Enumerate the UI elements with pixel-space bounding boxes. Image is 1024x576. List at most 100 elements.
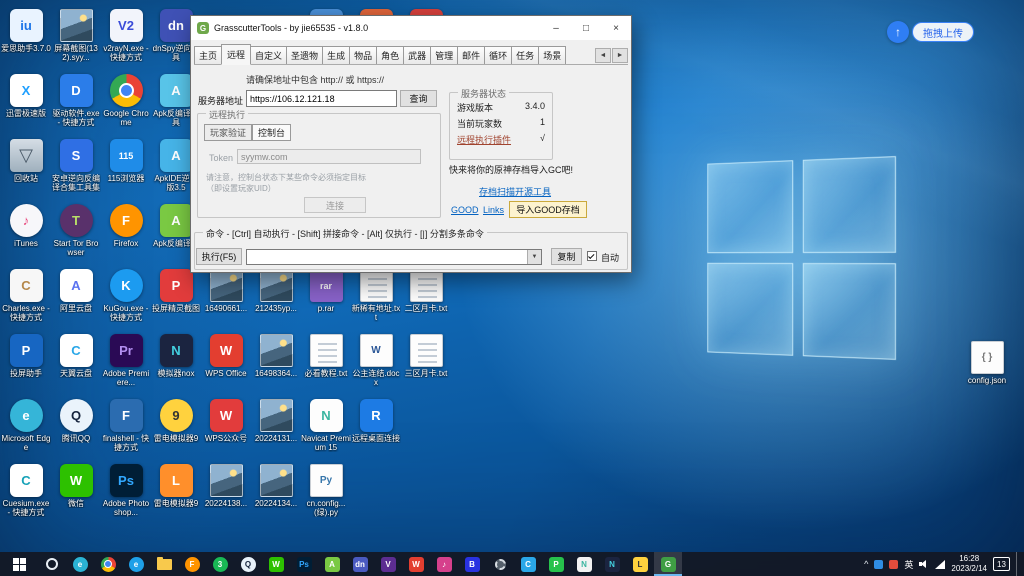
desktop-icon-txt-address[interactable]: 新稀有地址.txt [351,269,401,322]
tab-场景[interactable]: 场景 [538,46,566,64]
desktop-icon-charles[interactable]: CCharles.exe - 快捷方式 [1,269,51,322]
taskbar-wechat[interactable]: W [262,552,290,576]
command-input[interactable] [247,250,526,264]
desktop-icon-photo-20224134[interactable]: 20224134... [251,464,301,508]
taskbar-dnspy[interactable]: dn [346,552,374,576]
desktop-icon-docx-princess[interactable]: W公主连结.docx [351,334,401,387]
taskbar-ldplayer[interactable]: L [626,552,654,576]
taskbar-phone-assist[interactable]: P [542,552,570,576]
taskbar-cloud-drive[interactable]: C [514,552,542,576]
tab-生成[interactable]: 生成 [322,46,350,64]
desktop-icon-screenshot-132[interactable]: 屏幕截图(132).syy... [51,9,101,62]
desktop-icon-txt-monthcard-3[interactable]: 三区月卡.txt [401,334,451,378]
taskbar-settings[interactable] [486,552,514,576]
window-titlebar[interactable]: G GrasscutterTools - by jie65535 - v1.8.… [191,16,631,40]
minimize-button[interactable]: – [541,16,571,40]
tray-app-icon-2[interactable] [889,560,898,569]
tab-player-verify[interactable]: 玩家验证 [204,124,252,141]
taskbar-vs-tool[interactable]: V [374,552,402,576]
taskbar-browser-blue[interactable]: e [122,552,150,576]
taskbar-search[interactable] [38,552,66,576]
taskbar-start[interactable] [0,552,38,576]
taskbar-navicat[interactable]: N [570,552,598,576]
tray-app-icon-1[interactable] [874,560,883,569]
notification-badge[interactable]: 13 [993,557,1010,571]
desktop-icon-p-rar[interactable]: rarp.rar [301,269,351,313]
desktop-icon-itunes[interactable]: ♪iTunes [1,204,51,248]
good-link[interactable]: GOOD [451,205,479,215]
maximize-button[interactable]: □ [571,16,601,40]
desktop-icon-py-config[interactable]: Pycn.config...(绿).py [301,464,351,517]
desktop-icon-wps-account[interactable]: WWPS公众号 [201,399,251,443]
tab-自定义[interactable]: 自定义 [250,46,287,64]
desktop-icon-firefox[interactable]: FFirefox [101,204,151,248]
desktop-icon-tencent-qq[interactable]: Q腾讯QQ [51,399,101,443]
desktop-icon-wechat[interactable]: W微信 [51,464,101,508]
status-label[interactable]: 远程执行插件 [457,133,511,146]
desktop-icon-nox[interactable]: N模拟器nox [151,334,201,378]
desktop-icon-remote-desktop[interactable]: R远程桌面连接 [351,399,401,443]
desktop-icon-recycle-bin[interactable]: ▽回收站 [1,139,51,183]
tab-邮件[interactable]: 邮件 [457,46,485,64]
copy-button[interactable]: 复制 [551,248,582,265]
desktop-icon-photoshop[interactable]: PsAdobe Photoshop... [101,464,151,517]
desktop-icon-config-json[interactable]: { }config.json [962,341,1012,385]
desktop-icon-edge[interactable]: eMicrosoft Edge [1,399,51,452]
taskbar-android-tool[interactable]: A [318,552,346,576]
desktop-icon-txt-monthcard-2[interactable]: 二区月卡.txt [401,269,451,313]
tab-管理[interactable]: 管理 [430,46,458,64]
taskbar-edge[interactable]: e [66,552,94,576]
links-link[interactable]: Links [483,205,504,215]
desktop-icon-ldplayer-9[interactable]: 9雷电模拟器9 [151,399,201,443]
desktop-icon-wps-office[interactable]: WWPS Office [201,334,251,378]
tab-武器[interactable]: 武器 [403,46,431,64]
desktop-icon-aisi-assistant[interactable]: iu爱思助手3.7.0 [1,9,51,53]
network-icon[interactable] [935,560,945,569]
taskbar-file-explorer[interactable] [150,552,178,576]
ime-indicator[interactable]: 英 [904,558,913,571]
desktop-icon-photo-20224131[interactable]: 20224131... [251,399,301,443]
taskbar-wps[interactable]: W [402,552,430,576]
tab-scroll-left-icon[interactable]: ◄ [595,48,611,63]
auto-checkbox[interactable] [587,251,597,261]
dropdown-arrow-icon[interactable]: ▼ [527,250,541,264]
desktop-icon-aliyun-drive[interactable]: A阿里云盘 [51,269,101,313]
desktop-icon-tianyi-cloud[interactable]: C天翼云盘 [51,334,101,378]
desktop-icon-photo-212435yp[interactable]: 212435yp... [251,269,301,313]
tab-console[interactable]: 控制台 [252,124,291,141]
archive-scan-link[interactable]: 存档扫描开源工具 [479,185,551,198]
desktop-icon-ldplayer-orange[interactable]: L雷电模拟器9 [151,464,201,508]
taskbar-firefox[interactable]: F [178,552,206,576]
desktop-icon-v2rayn[interactable]: V2v2rayN.exe - 快捷方式 [101,9,151,62]
desktop-icon-premiere[interactable]: PrAdobe Premiere... [101,334,151,387]
taskbar-music[interactable]: ♪ [430,552,458,576]
desktop-icon-android-reverse-kit[interactable]: S安卓逆向反编译合集工具集 [51,139,101,192]
clock[interactable]: 16:28 2023/2/14 [951,554,987,574]
tab-远程[interactable]: 远程 [221,44,251,65]
desktop-icon-txt-tutorial[interactable]: 必看教程.txt [301,334,351,378]
show-desktop-button[interactable] [1016,552,1020,576]
tray-expand-icon[interactable]: ^ [864,559,868,569]
tab-物品[interactable]: 物品 [349,46,377,64]
desktop-icon-photo-16490661[interactable]: 16490661... [201,269,251,313]
upload-button[interactable]: ↑ 拖拽上传 [887,21,974,43]
tab-角色[interactable]: 角色 [376,46,404,64]
connect-button[interactable]: 连接 [304,197,366,213]
desktop-icon-driver-tool[interactable]: D驱动软件.exe - 快捷方式 [51,74,101,127]
desktop-icon-finalshell[interactable]: Ffinalshell - 快捷方式 [101,399,151,452]
import-good-button[interactable]: 导入GOOD存档 [509,201,587,218]
tab-任务[interactable]: 任务 [511,46,539,64]
desktop-icon-browser-115[interactable]: 115115浏览器 [101,139,151,183]
desktop-icon-cuesium[interactable]: CCuesium.exe - 快捷方式 [1,464,51,517]
tab-scroll-right-icon[interactable]: ► [612,48,628,63]
taskbar-chrome[interactable] [94,552,122,576]
tab-主页[interactable]: 主页 [194,46,222,64]
desktop-icon-screencast-board[interactable]: P投屏助手 [1,334,51,378]
desktop-icon-chrome[interactable]: Google Chrome [101,74,151,127]
taskbar-browser-360[interactable]: 3 [206,552,234,576]
desktop-icon-photo-16498364[interactable]: 16498364... [251,334,301,378]
server-address-input[interactable] [246,90,397,107]
desktop-icon-tor-browser[interactable]: TStart Tor Browser [51,204,101,257]
query-button[interactable]: 查询 [400,90,437,107]
tab-循环[interactable]: 循环 [484,46,512,64]
